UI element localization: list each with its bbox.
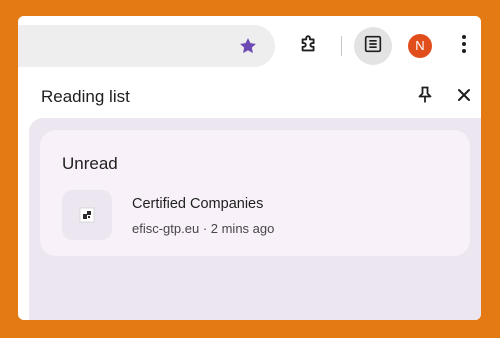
reading-list-button[interactable]	[354, 27, 392, 65]
favicon-icon	[62, 190, 112, 240]
panel-title: Reading list	[41, 87, 130, 106]
address-bar[interactable]	[18, 25, 275, 67]
list-item[interactable]: Certified Companies efisc-gtp.eu · 2 min…	[52, 190, 458, 246]
pin-button[interactable]	[413, 85, 437, 109]
extensions-button[interactable]	[290, 27, 328, 65]
puzzle-icon	[298, 33, 320, 60]
item-title: Certified Companies	[132, 196, 264, 212]
section-title: Unread	[62, 154, 118, 173]
browser-window: N Reading list Unread Certified Companie…	[18, 16, 481, 320]
avatar: N	[408, 34, 432, 58]
reading-list-panel: Unread Certified Companies efisc-gtp.eu …	[29, 118, 481, 320]
item-meta: efisc-gtp.eu · 2 mins ago	[132, 221, 275, 236]
star-icon[interactable]	[237, 35, 259, 57]
side-panel-header: Reading list	[18, 76, 481, 118]
close-icon	[457, 88, 471, 107]
reading-list-icon	[362, 33, 384, 60]
close-button[interactable]	[452, 85, 476, 109]
profile-button[interactable]: N	[401, 27, 439, 65]
unread-section: Unread Certified Companies efisc-gtp.eu …	[40, 130, 470, 256]
browser-toolbar: N	[18, 16, 481, 76]
pin-icon	[417, 86, 433, 109]
toolbar-divider	[341, 36, 342, 56]
menu-button[interactable]	[444, 27, 481, 65]
kebab-menu-icon	[461, 34, 467, 59]
